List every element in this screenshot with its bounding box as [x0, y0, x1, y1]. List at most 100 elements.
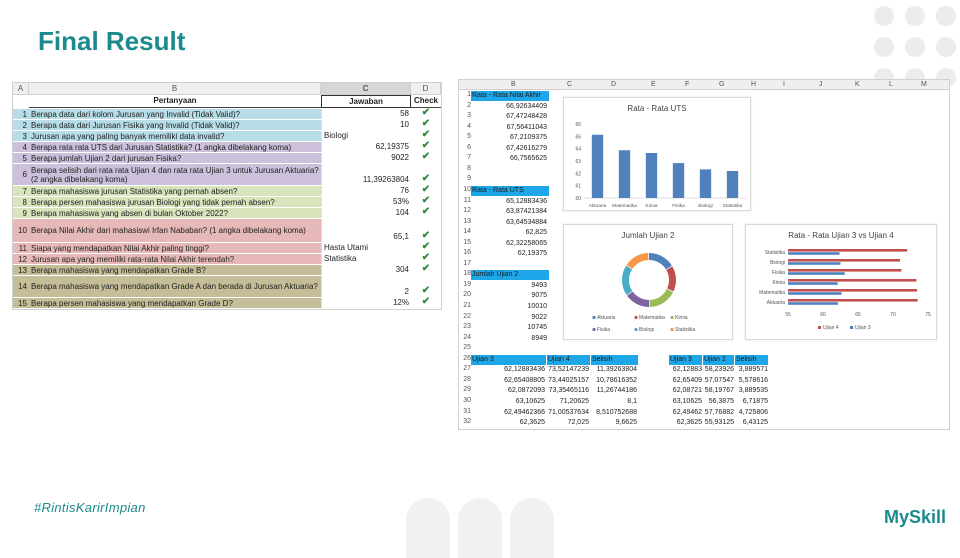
column-letter[interactable]: D	[611, 81, 616, 88]
bar[interactable]	[788, 289, 918, 292]
bar[interactable]	[788, 302, 838, 305]
row-number[interactable]: 28	[459, 376, 471, 386]
row-number[interactable]: 19	[459, 281, 471, 291]
answer-cell[interactable]: 104	[321, 208, 411, 218]
cell[interactable]: 8,1	[591, 397, 637, 407]
cell[interactable]: 62,3625	[471, 418, 545, 428]
cell[interactable]: 63,10625	[669, 397, 702, 407]
bar[interactable]	[788, 259, 901, 262]
donut-slice[interactable]	[627, 291, 650, 307]
question-cell[interactable]: Berapa Nilai Akhir dari mahasiswi Irfan …	[29, 219, 321, 242]
question-cell[interactable]: Berapa data dari kolom Jurusan yang Inva…	[29, 109, 321, 119]
cell[interactable]: 62,12883	[669, 365, 702, 375]
question-cell[interactable]: Berapa persen mahasiswa yang mendapatkan…	[29, 298, 321, 308]
column-letter[interactable]: B	[511, 81, 516, 88]
question-cell[interactable]: Berapa jumlah Ujian 2 dari jurusan Fisik…	[29, 153, 321, 163]
row-number[interactable]: 7	[459, 154, 471, 164]
row-number[interactable]: 16	[459, 249, 471, 259]
cell[interactable]: 63,87421384	[471, 207, 547, 217]
col-a[interactable]: A	[13, 83, 29, 94]
header-cell[interactable]: Ujian 4	[547, 354, 590, 365]
header-cell[interactable]: Rata - Rata UTS	[471, 185, 549, 196]
row-number[interactable]: 2	[459, 102, 471, 112]
question-cell[interactable]: Berapa mahasiswa yang absen di bulan Okt…	[29, 208, 321, 218]
cell[interactable]: 62,12883436	[471, 365, 545, 375]
header-cell[interactable]: Selisih	[735, 354, 768, 365]
cell[interactable]: 10010	[471, 302, 547, 312]
cell[interactable]: 62,49462366	[471, 408, 545, 418]
cell[interactable]: 11,39263804	[591, 365, 637, 375]
column-letter[interactable]: H	[751, 81, 756, 88]
question-cell[interactable]: Berapa rata rata UTS dari Jurusan Statis…	[29, 142, 321, 152]
answer-cell[interactable]: 65,1	[321, 219, 411, 242]
question-cell[interactable]: Siapa yang mendapatkan Nilai Akhir palin…	[29, 243, 321, 253]
row-number[interactable]: 26	[459, 355, 471, 365]
row-number[interactable]: 5	[459, 133, 471, 143]
header-cell[interactable]: Rata - Rata Nilai Akhir	[471, 91, 549, 101]
cell[interactable]: 8949	[471, 334, 547, 344]
cell[interactable]: 3,889571	[735, 365, 768, 375]
question-cell[interactable]: Jurusan apa yang paling banyak memiliki …	[29, 131, 321, 141]
header-answer[interactable]: Jawaban	[321, 95, 411, 108]
header-cell[interactable]: Ujian 3	[471, 354, 546, 365]
row-number[interactable]: 27	[459, 365, 471, 375]
cell[interactable]: 62,19375	[471, 249, 547, 259]
answer-cell[interactable]: Statistika	[321, 254, 411, 264]
bar[interactable]	[726, 170, 739, 198]
cell[interactable]: 58,19767	[703, 386, 734, 396]
cell[interactable]: 6,71875	[735, 397, 768, 407]
header-cell[interactable]: Jumlah Ujian 2	[471, 270, 549, 281]
bar[interactable]	[672, 163, 685, 198]
answer-cell[interactable]: 11,39263804	[321, 164, 411, 185]
cell[interactable]: 6,43125	[735, 418, 768, 428]
row-number[interactable]: 29	[459, 386, 471, 396]
cell[interactable]: 65,12883436	[471, 197, 547, 207]
cell[interactable]: 67,47248428	[471, 112, 547, 122]
bar[interactable]	[788, 269, 902, 272]
answer-cell[interactable]: Biologi	[321, 131, 411, 141]
row-number[interactable]: 14	[459, 228, 471, 238]
answer-cell[interactable]: 62,19375	[321, 142, 411, 152]
header-cell[interactable]: Ujian 2	[703, 354, 734, 365]
bar[interactable]	[645, 152, 658, 198]
donut-slice[interactable]	[626, 253, 649, 269]
row-number[interactable]: 31	[459, 408, 471, 418]
row-number[interactable]: 15	[459, 239, 471, 249]
cell[interactable]: 57,76882	[703, 408, 734, 418]
row-number[interactable]: 24	[459, 334, 471, 344]
donut-slice[interactable]	[649, 253, 672, 270]
question-cell[interactable]: Jurusan apa yang memiliki rata-rata Nila…	[29, 254, 321, 264]
cell[interactable]: 10745	[471, 323, 547, 333]
answer-cell[interactable]: 10	[321, 120, 411, 130]
answer-cell[interactable]: 304	[321, 265, 411, 275]
row-number[interactable]: 9	[459, 175, 471, 185]
col-d[interactable]: D	[411, 83, 441, 94]
cell[interactable]: 58,23926	[703, 365, 734, 375]
question-cell[interactable]: Berapa selisih dari rata rata Ujian 4 da…	[29, 164, 321, 185]
ujian3-vs-ujian4-chart[interactable]: Rata - Rata Ujian 3 vs Ujian 4 Statistik…	[745, 224, 937, 340]
bar[interactable]	[699, 169, 712, 198]
column-letter[interactable]: I	[783, 81, 785, 88]
cell[interactable]: 72,025	[547, 418, 589, 428]
uts-bar-chart[interactable]: Rata - Rata UTS 60 61 62 63 64 65 66 Aktuaria Ma…	[563, 97, 751, 211]
row-number[interactable]: 20	[459, 291, 471, 301]
cell[interactable]: 73,52147239	[547, 365, 589, 375]
column-letter[interactable]: J	[819, 81, 823, 88]
cell[interactable]: 62,32258065	[471, 239, 547, 249]
bar[interactable]	[788, 299, 918, 302]
cell[interactable]: 5,578616	[735, 376, 768, 386]
bar[interactable]	[788, 279, 917, 282]
analysis-sheet[interactable]: BCDEFGHIJKLM 1 2 3 4 5 6 7 8 9 10 11 12 13 14 15 16 17 18…	[458, 79, 950, 430]
cell[interactable]: 63,64534884	[471, 218, 547, 228]
answer-cell[interactable]: 12%	[321, 298, 411, 308]
question-cell[interactable]: Berapa persen mahasiswa jurusan Biologi …	[29, 197, 321, 207]
column-letter[interactable]: E	[651, 81, 656, 88]
cell[interactable]: 66,92634409	[471, 102, 547, 112]
cell[interactable]: 62,3625	[669, 418, 702, 428]
donut-slice[interactable]	[622, 265, 633, 295]
row-number[interactable]: 25	[459, 344, 471, 354]
row-number[interactable]: 12	[459, 207, 471, 217]
column-letter[interactable]: F	[685, 81, 689, 88]
cell[interactable]: 71,00537634	[547, 408, 589, 418]
bar[interactable]	[788, 292, 842, 295]
